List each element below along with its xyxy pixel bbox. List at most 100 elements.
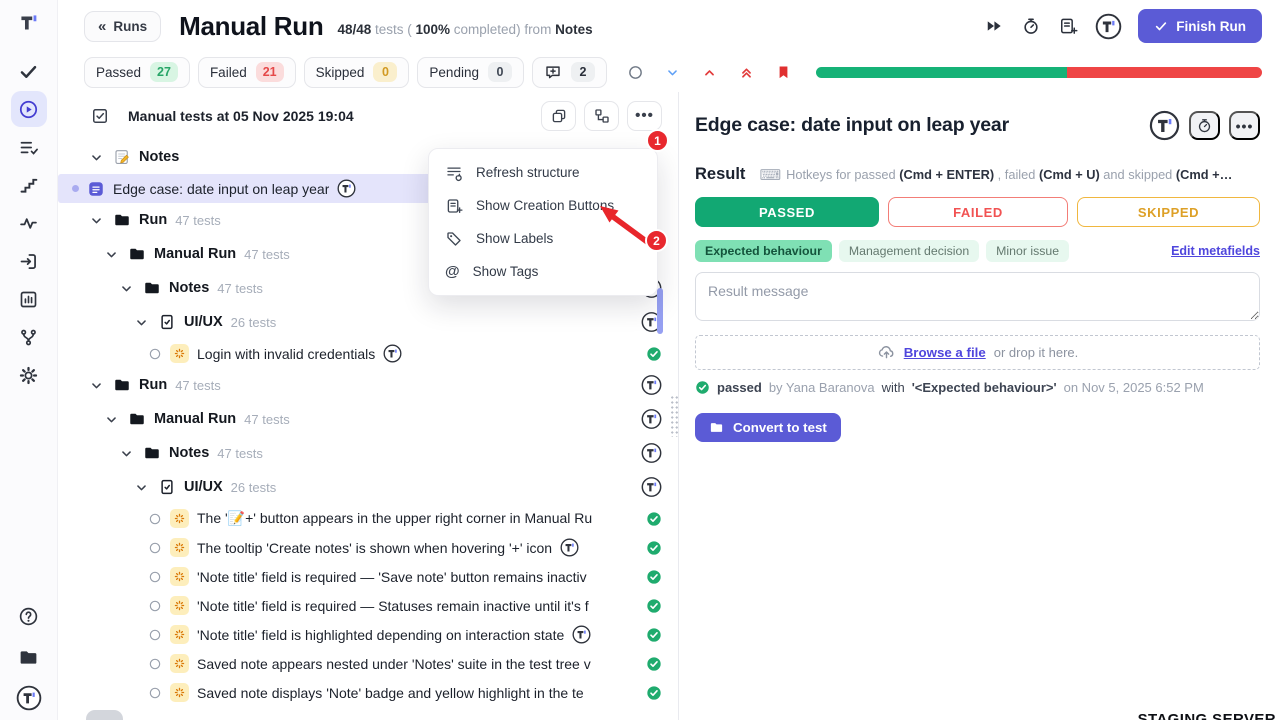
header-action-timer[interactable] — [1021, 16, 1041, 36]
metafield-tag[interactable]: Minor issue — [986, 240, 1069, 262]
browse-file-link[interactable]: Browse a file — [904, 345, 986, 360]
filter-chip-comments[interactable]: 2 — [532, 57, 607, 88]
sidebar-item-stairs[interactable] — [11, 167, 47, 203]
tree-row-label: 'Note title' field is highlighted depend… — [197, 627, 564, 643]
tree-suite-row[interactable]: UI/UX26 tests — [58, 470, 678, 504]
chevron-down-icon[interactable] — [103, 411, 120, 428]
mark-skipped-button[interactable]: SKIPPED — [1077, 197, 1260, 227]
back-to-runs-button[interactable]: « Runs — [84, 11, 161, 42]
scroll-pill[interactable] — [86, 710, 123, 720]
tree-row-label: Saved note appears nested under 'Notes' … — [197, 656, 591, 672]
tree-test-row[interactable]: Login with invalid credentials — [58, 339, 678, 368]
header-action-doc-plus[interactable] — [1058, 16, 1078, 36]
menu-item-show-labels[interactable]: Show Labels — [429, 222, 657, 255]
tree-test-row[interactable]: 'Note title' field is highlighted depend… — [58, 620, 678, 649]
chevron-down-icon[interactable] — [88, 377, 105, 394]
row-status-passed-icon[interactable] — [646, 569, 662, 585]
tree-row-label: Saved note displays 'Note' badge and yel… — [197, 685, 584, 701]
row-status-passed-icon[interactable] — [646, 627, 662, 643]
filter-icon-chevron-down[interactable] — [664, 64, 681, 81]
chevron-down-icon[interactable] — [88, 149, 105, 166]
detail-timer-button[interactable] — [1189, 111, 1220, 140]
tree-row-label: Run — [139, 377, 167, 393]
row-status-passed-icon[interactable] — [646, 656, 662, 672]
tree-suite-row[interactable]: Manual Run47 tests — [58, 402, 678, 436]
menu-item-refresh-structure[interactable]: Refresh structure — [429, 156, 657, 189]
tree-toolbar-copy-button[interactable] — [541, 101, 576, 131]
menu-item-show-creation-buttons[interactable]: Show Creation Buttons — [429, 189, 657, 222]
history-part: by Yana Baranova — [769, 380, 875, 395]
mark-passed-button[interactable]: PASSED — [695, 197, 879, 227]
chevron-down-icon[interactable] — [133, 314, 150, 331]
chevron-down-icon[interactable] — [118, 445, 135, 462]
chev-icon — [88, 212, 105, 229]
row-status-passed-icon[interactable] — [646, 685, 662, 701]
tree-test-row[interactable]: The tooltip 'Create notes' is shown when… — [58, 533, 678, 562]
run-progress-subtitle: 48/48 tests ( 100% completed) from Notes — [337, 22, 592, 37]
subtitle-part: Notes — [555, 22, 593, 37]
spark-icon — [173, 599, 186, 612]
filter-icon-chevron-up[interactable] — [701, 64, 718, 81]
row-status-passed-icon[interactable] — [646, 540, 662, 556]
filter-chip-skipped[interactable]: Skipped0 — [304, 57, 410, 88]
header-action-logo-circle[interactable] — [1095, 13, 1122, 40]
folder-icon — [128, 410, 146, 428]
chevron-down-icon[interactable] — [133, 479, 150, 496]
metafield-tag[interactable]: Expected behaviour — [695, 240, 832, 262]
tree-toolbar-treeview-button[interactable] — [584, 101, 619, 131]
back-label: Runs — [113, 19, 147, 34]
test-tree-panel: Manual tests at 05 Nov 2025 19:04 ••• No… — [58, 92, 678, 720]
tree-test-row[interactable]: 'Note title' field is required — Statuse… — [58, 591, 678, 620]
filter-chip-failed[interactable]: Failed21 — [198, 57, 296, 88]
sidebar-item-folder[interactable] — [11, 639, 47, 675]
tree-suite-row[interactable]: Run47 tests — [58, 368, 678, 402]
row-status-passed-icon[interactable] — [646, 346, 662, 362]
okc-icon — [646, 685, 662, 701]
flaky-test-icon — [170, 567, 189, 586]
file-dropzone[interactable]: Browse a file or drop it here. — [695, 335, 1260, 370]
sidebar-item-list-check[interactable] — [11, 129, 47, 165]
sidebar-item-chart[interactable] — [11, 281, 47, 317]
history-part: on Nov 5, 2025 6:52 PM — [1064, 380, 1204, 395]
detail-dots-button[interactable]: ••• — [1229, 111, 1260, 140]
check-icon — [1154, 19, 1168, 33]
filter-icon-bookmark[interactable] — [775, 64, 792, 81]
sidebar-item-logo-circle[interactable] — [11, 680, 47, 716]
chevron-down-icon[interactable] — [118, 280, 135, 297]
finish-run-button[interactable]: Finish Run — [1138, 9, 1262, 43]
filter-chip-passed[interactable]: Passed27 — [84, 57, 190, 88]
metafield-tag[interactable]: Management decision — [839, 240, 979, 262]
tree-scrollbar-thumb[interactable] — [657, 288, 663, 334]
tree-suite-row[interactable]: Notes47 tests — [58, 436, 678, 470]
main-area: « Runs Manual Run 48/48 tests ( 100% com… — [58, 0, 1280, 720]
sidebar-item-gear[interactable] — [11, 357, 47, 393]
sidebar-item-play-circle[interactable] — [11, 91, 47, 127]
header-action-ffwd[interactable] — [984, 16, 1004, 36]
tree-test-row[interactable]: Saved note appears nested under 'Notes' … — [58, 649, 678, 678]
edit-metafields-link[interactable]: Edit metafields — [1171, 244, 1260, 258]
chevron-down-icon[interactable] — [103, 246, 120, 263]
tree-row-count: 47 tests — [175, 213, 221, 228]
filter-icon-double-chevron-up[interactable] — [738, 64, 755, 81]
tree-test-row[interactable]: Saved note displays 'Note' badge and yel… — [58, 678, 678, 707]
mark-failed-button[interactable]: FAILED — [888, 197, 1068, 227]
tree-test-row[interactable]: The '📝+' button appears in the upper rig… — [58, 504, 678, 533]
convert-to-test-button[interactable]: Convert to test — [695, 413, 841, 442]
sidebar-item-question[interactable] — [11, 598, 47, 634]
circ-icon — [148, 512, 162, 526]
sidebar-item-pulse[interactable] — [11, 205, 47, 241]
result-message-input[interactable] — [695, 272, 1260, 321]
sidebar-item-import[interactable] — [11, 243, 47, 279]
row-status-passed-icon[interactable] — [646, 511, 662, 527]
filter-icon-circle-outline[interactable] — [627, 64, 644, 81]
menu-item-show-tags[interactable]: @Show Tags — [429, 255, 657, 288]
row-status-passed-icon[interactable] — [646, 598, 662, 614]
tree-test-row[interactable]: 'Note title' field is required — 'Save n… — [58, 562, 678, 591]
chevron-down-icon[interactable] — [88, 212, 105, 229]
tree-toolbar-dots-button[interactable]: ••• — [627, 101, 662, 131]
tree-suite-row[interactable]: UI/UX26 tests — [58, 305, 678, 339]
panel-resize-handle[interactable] — [670, 395, 679, 437]
sidebar-item-check[interactable] — [11, 53, 47, 89]
sidebar-item-branch[interactable] — [11, 319, 47, 355]
filter-chip-pending[interactable]: Pending0 — [417, 57, 524, 88]
